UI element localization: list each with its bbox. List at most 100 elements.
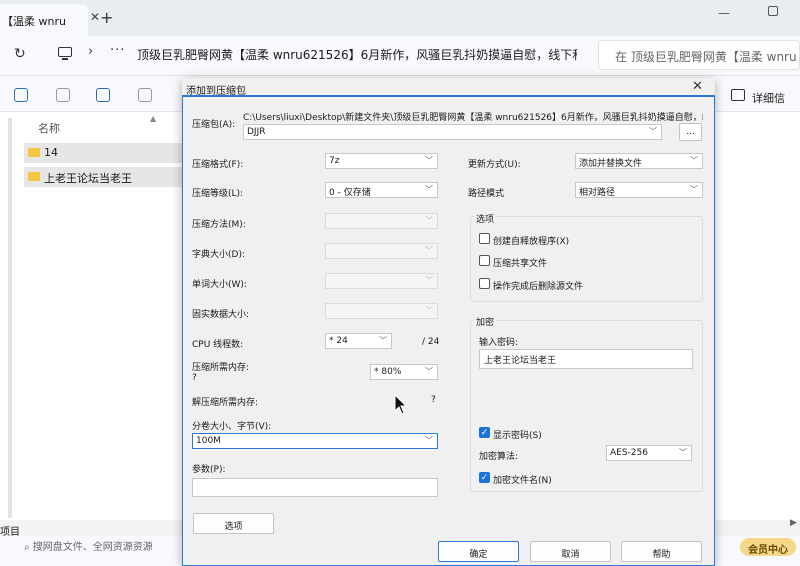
refresh-icon[interactable]: ↻ [14, 46, 26, 62]
solid-label: 固实数据大小: [192, 310, 250, 320]
delete-label: 操作完成后删除源文件 [493, 282, 584, 292]
nav-pane-scrollbar[interactable] [8, 118, 12, 518]
breadcrumb[interactable]: 顶级巨乳肥臀网黄【温柔 wnru621526】6月新作，风骚巨乳抖奶摸逼自慰，线… [137, 46, 577, 63]
password-input[interactable]: 上老王论坛当老王 [479, 349, 693, 369]
rename-icon[interactable] [96, 88, 110, 102]
tab-title: 【温柔 wnru [2, 15, 66, 28]
details-button[interactable]: 详细信 [752, 90, 785, 106]
path-mode-label: 路径模式 [468, 189, 505, 199]
search-input[interactable]: 在 顶级巨乳肥臀网黄【温柔 wnru [598, 40, 800, 70]
mem-value: * 80% [374, 367, 402, 377]
show-password-checkbox[interactable]: ✓ [479, 427, 490, 438]
solid-select: ﹀ [325, 303, 438, 319]
tab-close-icon[interactable]: ✕ [90, 10, 100, 24]
method-select: ﹀ [325, 213, 438, 229]
chevron-down-icon: ﹀ [679, 448, 687, 457]
shared-label: 压缩共享文件 [493, 259, 548, 269]
chevron-down-icon: ﹀ [425, 156, 433, 165]
archive-path: C:\Users\liuxi\Desktop\新建文件夹\顶级巨乳肥臀网黄【温柔… [243, 113, 703, 123]
enc-method-label: 加密算法: [479, 452, 519, 462]
cpu-max: / 24 [422, 337, 440, 347]
dialog-title: 添加到压缩包 [186, 86, 246, 97]
format-select[interactable]: 7z ﹀ [325, 153, 438, 169]
split-value: 100M [196, 436, 221, 446]
delete-after-checkbox[interactable] [479, 278, 490, 289]
chevron-down-icon: ﹀ [425, 185, 433, 194]
shared-files-checkbox[interactable] [479, 255, 490, 266]
copy-path-icon[interactable] [14, 88, 28, 102]
maximize-icon[interactable] [768, 6, 778, 16]
details-pane-icon[interactable] [731, 89, 745, 101]
netdisk-search-placeholder: 搜网盘文件、全网资源资源 [32, 542, 153, 553]
chevron-down-icon: ﹀ [690, 156, 698, 165]
browse-button[interactable]: ... [679, 123, 702, 141]
split-size-combo[interactable]: 100M ﹀ [192, 433, 438, 449]
decompress-mem-value: ? [431, 395, 436, 405]
memory-select[interactable]: * 80% ﹀ [370, 364, 438, 380]
level-select[interactable]: 0 - 仅存储 ﹀ [325, 182, 438, 198]
params-label: 参数(P): [192, 465, 226, 475]
this-pc-icon[interactable] [58, 47, 72, 57]
update-value: 添加并替换文件 [579, 159, 643, 169]
chevron-down-icon: ﹀ [425, 306, 433, 315]
mem-q: ? [192, 373, 197, 383]
path-mode-value: 相对路径 [579, 188, 616, 198]
password-label: 输入密码: [479, 338, 519, 348]
new-tab-button[interactable]: + [100, 8, 113, 27]
mouse-cursor-icon [394, 394, 408, 415]
format-value: 7z [329, 156, 340, 166]
options-button[interactable]: 选项 [193, 513, 274, 534]
word-select: ﹀ [325, 273, 438, 289]
archive-label: 压缩包(A): [192, 120, 236, 130]
update-mode-select[interactable]: 添加并替换文件 ﹀ [575, 153, 703, 169]
level-label: 压缩等级(L): [192, 189, 244, 199]
minimize-icon[interactable]: — [718, 6, 730, 20]
archive-name-value: DJJR [247, 127, 266, 137]
sort-up-icon: ▲ [150, 114, 157, 123]
encrypt-names-checkbox[interactable]: ✓ [479, 472, 490, 483]
breadcrumb-chevron-icon[interactable]: › [88, 44, 93, 59]
chevron-down-icon: ﹀ [649, 127, 657, 136]
file-name: 14 [44, 146, 58, 159]
show-password-label: 显示密码(S) [493, 431, 542, 441]
file-name: 上老王论坛当老王 [44, 172, 132, 185]
chevron-down-icon: ﹀ [425, 276, 433, 285]
sfx-label: 创建自释放程序(X) [493, 237, 570, 247]
scroll-arrow-icon[interactable]: ▶ [790, 518, 797, 528]
tab-current[interactable]: 【温柔 wnru [0, 4, 88, 36]
column-header-name[interactable]: 名称 [38, 120, 60, 136]
netdisk-search-input[interactable]: ⌕ 搜网盘文件、全网资源资源 [24, 538, 153, 553]
params-input[interactable] [192, 478, 438, 497]
vip-center-button[interactable]: 会员中心 [740, 538, 796, 556]
cancel-button[interactable]: 取消 [530, 541, 611, 562]
word-label: 单词大小(W): [192, 280, 247, 290]
encryption-title: 加密 [474, 315, 497, 328]
list-item[interactable]: 14 [24, 143, 184, 163]
method-label: 压缩方法(M): [192, 220, 246, 230]
cpu-label: CPU 线程数: [192, 340, 244, 350]
close-icon[interactable]: ✕ [692, 79, 703, 94]
breadcrumb-more-icon[interactable]: ··· [110, 43, 125, 58]
enc-method-select[interactable]: AES-256 ﹀ [606, 445, 692, 461]
this-pc-icon-stand [62, 58, 68, 60]
sfx-checkbox[interactable] [479, 233, 490, 244]
chevron-down-icon: ﹀ [425, 367, 433, 376]
mem-label: 压缩所需内存: [192, 363, 250, 373]
list-item[interactable]: 上老王论坛当老王 [24, 167, 184, 187]
cpu-threads-select[interactable]: * 24 ﹀ [325, 333, 392, 349]
split-label: 分卷大小、字节(V): [192, 422, 272, 432]
archive-name-combo[interactable]: DJJR ﹀ [243, 124, 662, 140]
cpu-value: * 24 [329, 336, 348, 346]
paste-icon[interactable] [56, 88, 70, 102]
dict-select: ﹀ [325, 243, 438, 259]
folder-icon [28, 148, 40, 157]
help-button[interactable]: 帮助 [621, 541, 702, 562]
path-mode-select[interactable]: 相对路径 ﹀ [575, 182, 703, 198]
encrypt-names-label: 加密文件名(N) [493, 476, 552, 486]
decompress-mem-label: 解压缩所需内存: [192, 398, 259, 408]
share-icon[interactable] [138, 88, 152, 102]
dialog-title-bar[interactable] [182, 78, 715, 97]
format-label: 压缩格式(F): [192, 160, 244, 170]
ok-button[interactable]: 确定 [438, 541, 519, 562]
chevron-down-icon: ﹀ [425, 436, 433, 445]
